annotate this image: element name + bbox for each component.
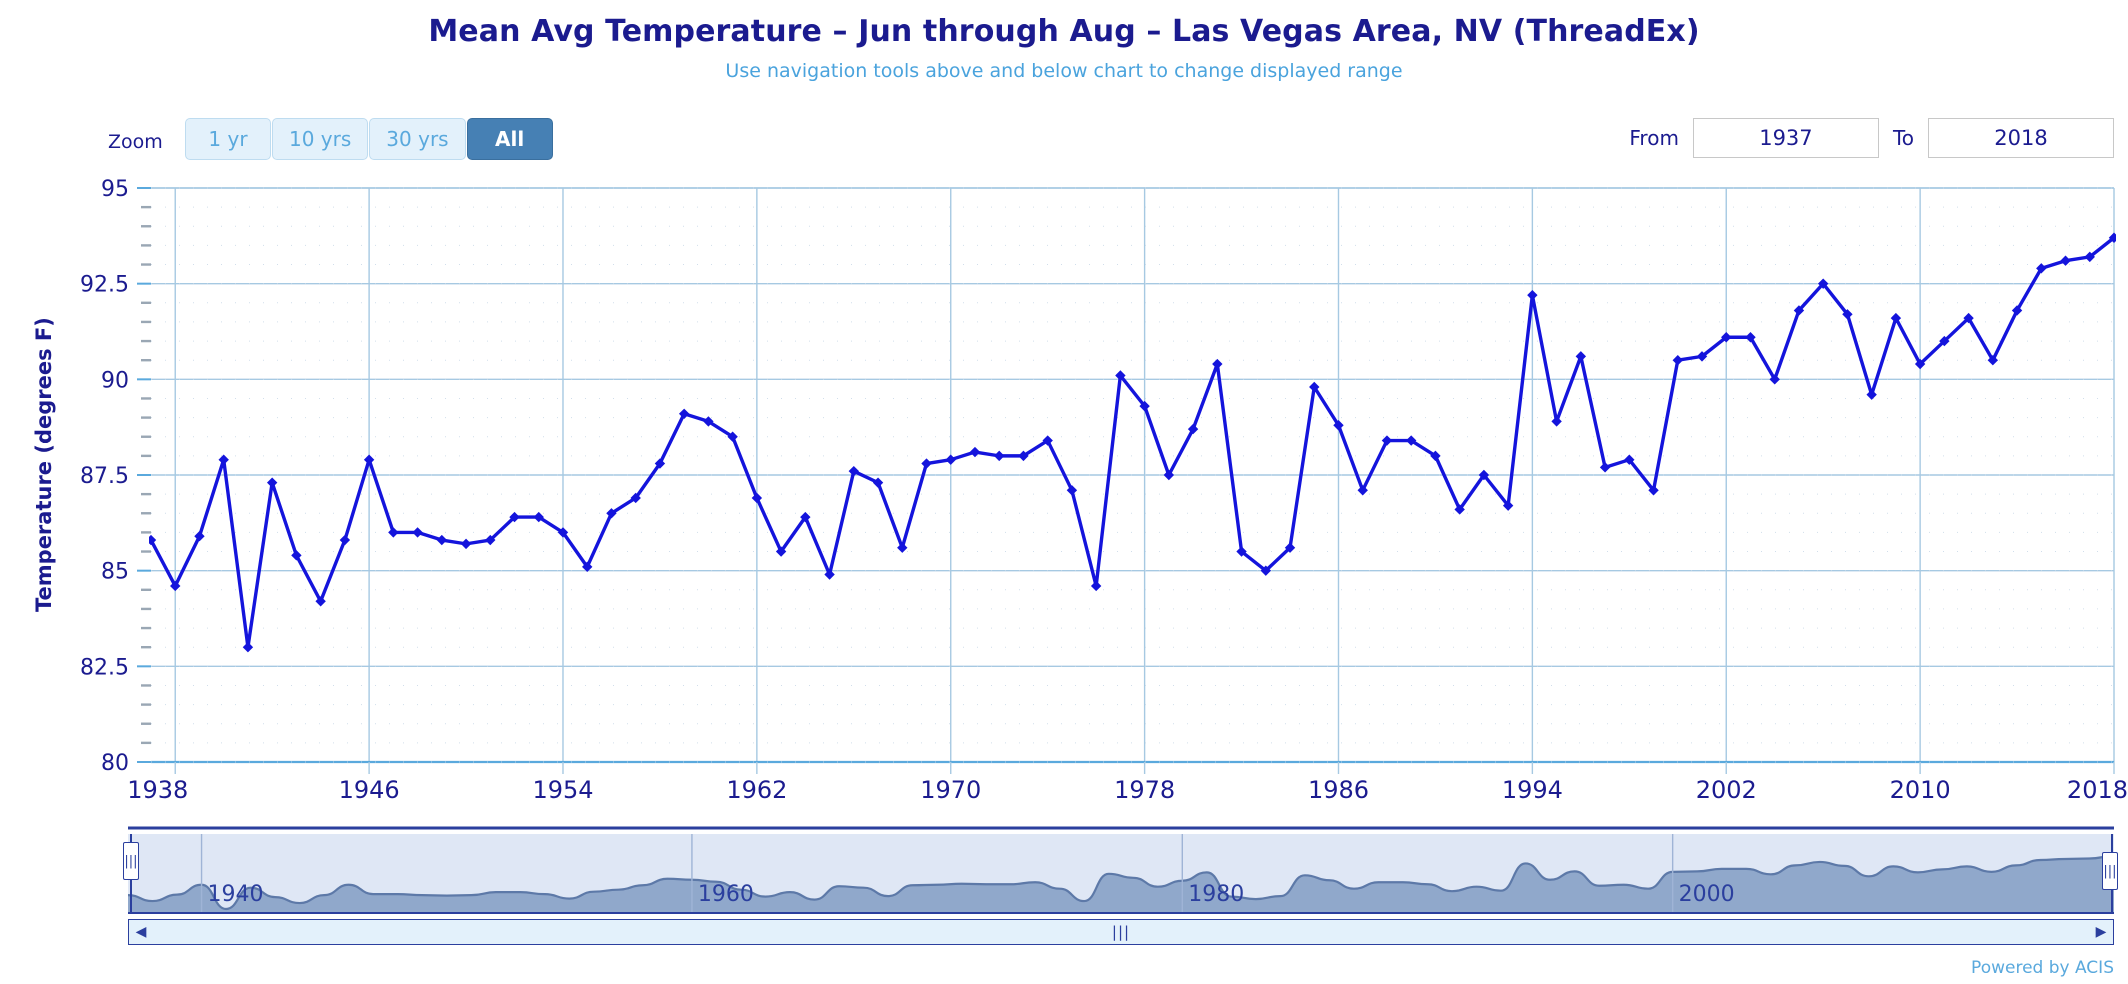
svg-text:90: 90	[101, 368, 129, 393]
svg-text:87.5: 87.5	[80, 464, 129, 489]
svg-text:2018: 2018	[2067, 776, 2128, 804]
svg-text:1980: 1980	[1188, 882, 1244, 907]
navigator-layer: 1940 1960 1980 2000	[127, 826, 2115, 914]
scrollbar-track[interactable]: |||	[153, 920, 2089, 944]
navigator-right-handle[interactable]: |||	[2102, 852, 2118, 890]
chart-svg: 80 82.5 85 87.5 90 92.5 95 1938 1946 1954 1962 1970…	[80, 177, 2128, 914]
svg-text:1994: 1994	[1502, 776, 1563, 804]
navigator-scrollbar[interactable]: ◀ ||| ▶	[128, 919, 2114, 945]
navigator-left-handle[interactable]: |||	[123, 842, 139, 880]
chart-page: Mean Avg Temperature – Jun through Aug –…	[0, 0, 2128, 984]
scrollbar-grip: |||	[1111, 923, 1131, 941]
svg-text:1978: 1978	[1114, 776, 1175, 804]
svg-text:80: 80	[101, 751, 129, 776]
navigator-right-handle-grip: |||	[2103, 863, 2117, 879]
svg-text:1962: 1962	[726, 776, 787, 804]
svg-text:1946: 1946	[339, 776, 400, 804]
credit-label: Powered by ACIS	[1971, 958, 2114, 978]
svg-text:1970: 1970	[920, 776, 981, 804]
navigator-left-handle-grip: |||	[124, 853, 138, 869]
svg-text:2002: 2002	[1696, 776, 1757, 804]
svg-text:85: 85	[101, 560, 129, 585]
svg-text:1986: 1986	[1308, 776, 1369, 804]
scroll-right-icon[interactable]: ▶	[2089, 920, 2113, 944]
svg-text:1940: 1940	[208, 882, 264, 907]
svg-text:2010: 2010	[1890, 776, 1951, 804]
svg-text:1938: 1938	[127, 776, 188, 804]
svg-text:1960: 1960	[698, 882, 754, 907]
svg-text:82.5: 82.5	[80, 655, 129, 680]
svg-text:95: 95	[101, 177, 129, 202]
svg-text:2000: 2000	[1679, 882, 1735, 907]
svg-text:1954: 1954	[532, 776, 593, 804]
scroll-left-icon[interactable]: ◀	[129, 920, 153, 944]
svg-text:92.5: 92.5	[80, 273, 129, 298]
